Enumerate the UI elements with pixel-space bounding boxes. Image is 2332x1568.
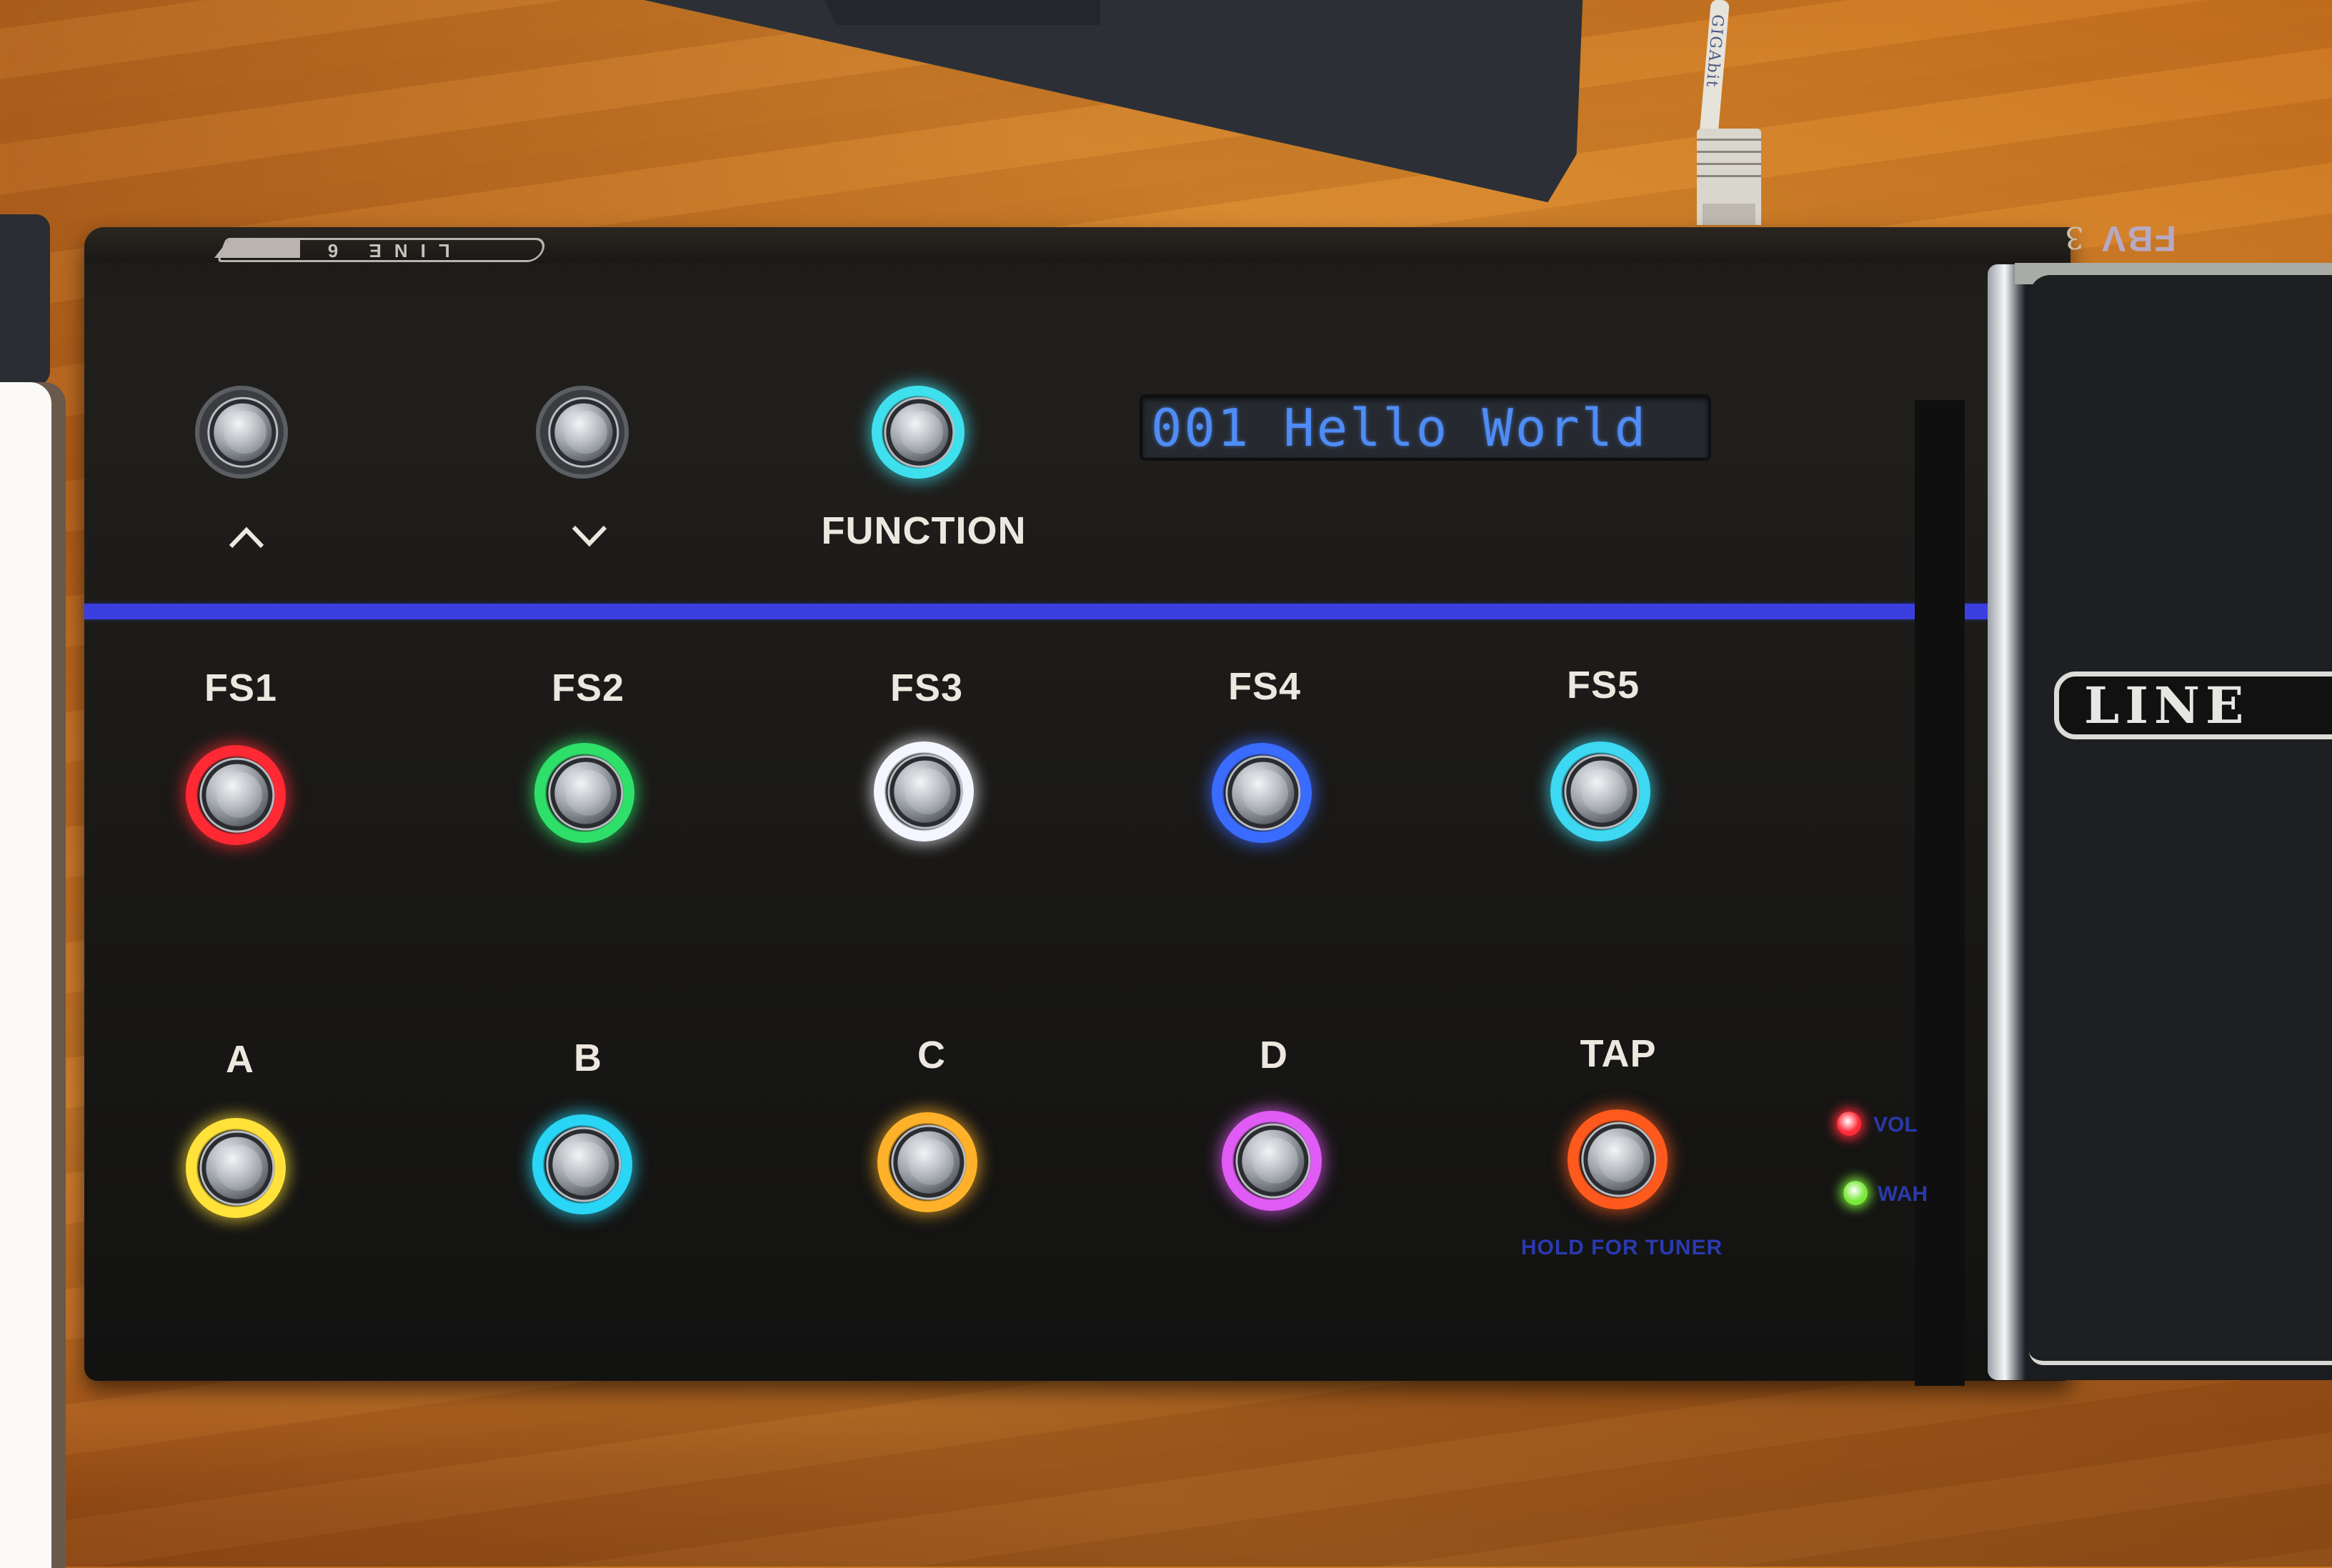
wah-label: WAH	[1878, 1182, 1928, 1206]
fs4-label: FS4	[1227, 665, 1302, 708]
footswitch-fs3[interactable]	[874, 741, 974, 842]
fbv-rim-number: 3	[2065, 220, 2084, 255]
ethernet-plug-tip	[1703, 204, 1755, 225]
lcd-text: 001 Hello World	[1151, 397, 1648, 458]
left-device-edge	[0, 214, 50, 386]
line6-rim-logo: LINE 6	[216, 238, 549, 262]
fs1-label: FS1	[204, 666, 278, 709]
pedal-logo: LINE	[2054, 671, 2332, 739]
expression-pedal[interactable]	[2029, 275, 2332, 1365]
switch-cap-top	[900, 411, 943, 454]
pedal-slot	[1915, 400, 1965, 1386]
function-label: FUNCTION	[821, 509, 1027, 552]
footswitch-fs2[interactable]	[534, 743, 634, 843]
down-switch[interactable]	[536, 386, 629, 479]
lcd-display: 001 Hello World	[1140, 394, 1711, 461]
d-label: D	[1260, 1034, 1288, 1077]
b-label: B	[574, 1037, 602, 1079]
footswitch-a[interactable]	[186, 1118, 286, 1218]
fbv-rim-logo: FBV	[2101, 219, 2176, 259]
footswitch-tap[interactable]	[1568, 1109, 1668, 1209]
pedal-logo-text: LINE	[2084, 676, 2250, 735]
fs5-label: FS5	[1566, 664, 1640, 706]
function-switch[interactable]	[872, 386, 965, 479]
fs3-label: FS3	[890, 666, 964, 709]
tap-label: TAP	[1580, 1032, 1657, 1075]
vol-label: VOL	[1873, 1113, 1918, 1137]
switch-cap-top	[223, 411, 266, 454]
footswitch-fs5[interactable]	[1550, 741, 1650, 842]
desk-shadow	[0, 1367, 2332, 1567]
footswitch-c[interactable]	[877, 1112, 977, 1212]
c-label: C	[917, 1034, 946, 1077]
chevron-up-icon	[229, 526, 264, 549]
white-device	[0, 382, 51, 1568]
footswitch-fs1[interactable]	[186, 745, 286, 845]
vol-led-indicator	[1837, 1112, 1861, 1136]
wah-led-indicator	[1843, 1181, 1868, 1205]
switch-cap-top	[564, 411, 607, 454]
footswitch-fs4[interactable]	[1212, 743, 1312, 843]
accent-divider-line	[84, 604, 1992, 619]
fs2-label: FS2	[551, 666, 625, 709]
line6-rim-logo-text: LINE 6	[315, 239, 450, 261]
fbv3-controller	[84, 227, 2071, 1381]
footswitch-b[interactable]	[532, 1114, 632, 1214]
hold-for-tuner-label: HOLD FOR TUNER	[1520, 1236, 1723, 1259]
a-label: A	[226, 1038, 254, 1081]
footswitch-d[interactable]	[1222, 1111, 1322, 1211]
chevron-down-icon	[572, 525, 607, 547]
up-switch[interactable]	[195, 386, 288, 479]
